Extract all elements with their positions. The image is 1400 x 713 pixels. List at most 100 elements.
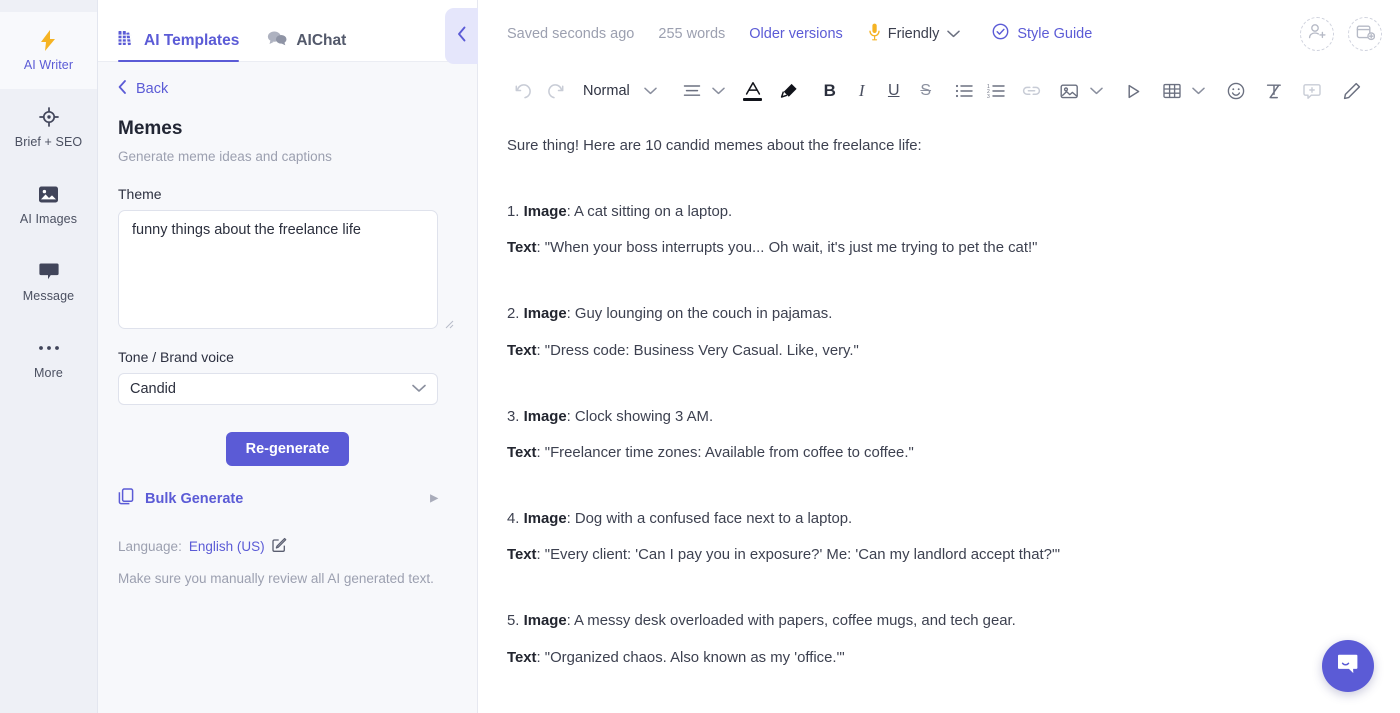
highlighter-icon[interactable] xyxy=(774,75,806,107)
play-icon[interactable] xyxy=(1118,75,1150,107)
add-collaborator-button[interactable] xyxy=(1300,17,1334,51)
language-value[interactable]: English (US) xyxy=(189,539,265,554)
bold-button[interactable]: B xyxy=(814,75,846,107)
theme-field-label: Theme xyxy=(118,186,162,202)
item-number: 1. xyxy=(507,204,520,221)
table-chevron-down-icon[interactable] xyxy=(1188,75,1210,107)
rail-item-message[interactable]: Message xyxy=(0,243,97,320)
pencil-icon[interactable] xyxy=(1336,75,1368,107)
add-note-button[interactable] xyxy=(1348,17,1382,51)
back-label: Back xyxy=(136,81,169,97)
rail-item-label: AI Writer xyxy=(23,58,74,72)
style-guide-button[interactable]: Style Guide xyxy=(992,23,1092,45)
image-label: Image xyxy=(523,204,567,221)
rail-item-label: AI Images xyxy=(19,212,78,226)
saved-status: Saved seconds ago xyxy=(507,26,635,42)
text-color-swatch xyxy=(743,97,763,102)
text-color-icon[interactable] xyxy=(738,75,768,107)
ai-disclaimer: Make sure you manually review all AI gen… xyxy=(118,571,434,586)
block-style-label[interactable]: Normal xyxy=(571,75,640,107)
user-plus-icon xyxy=(1308,23,1327,45)
language-prefix: Language: xyxy=(118,538,182,554)
block-style-chevron-down-icon[interactable] xyxy=(640,75,662,107)
templates-icon xyxy=(118,30,135,51)
image-text: : A messy desk overloaded with papers, c… xyxy=(566,613,1016,630)
resize-grip-icon xyxy=(444,316,454,329)
regenerate-row: Re-generate xyxy=(118,432,457,466)
image-chevron-down-icon[interactable] xyxy=(1086,75,1108,107)
item-number: 4. xyxy=(507,511,520,528)
collapse-panel-button[interactable] xyxy=(445,8,478,64)
chevron-left-icon xyxy=(118,80,127,98)
tab-aichat[interactable]: AIChat xyxy=(267,30,346,61)
chevron-left-icon xyxy=(457,26,467,47)
image-text: : Guy lounging on the couch in pajamas. xyxy=(566,306,833,323)
undo-icon[interactable] xyxy=(507,75,539,107)
text-label: Text xyxy=(507,649,537,666)
document-intro: Sure thing! Here are 10 candid memes abo… xyxy=(507,138,922,154)
chevron-down-icon xyxy=(412,381,426,397)
older-versions-link[interactable]: Older versions xyxy=(749,26,842,42)
rail-item-ai-writer[interactable]: AI Writer xyxy=(0,12,97,89)
bulk-generate-row[interactable]: Bulk Generate ▶ xyxy=(118,488,438,509)
edit-language-icon[interactable] xyxy=(271,537,287,555)
text-label: Text xyxy=(507,342,537,359)
meme-item-image-line: 1. Image: A cat sitting on a laptop. xyxy=(507,202,1370,223)
table-icon[interactable] xyxy=(1156,75,1188,107)
tone-select[interactable]: Candid xyxy=(118,373,438,405)
language-row: Language: English (US) xyxy=(118,537,457,555)
note-plus-icon xyxy=(1356,23,1375,46)
tone-selector[interactable]: Friendly xyxy=(869,23,961,46)
rail-item-ai-images[interactable]: AI Images xyxy=(0,166,97,243)
tab-label: AI Templates xyxy=(144,31,240,49)
image-label: Image xyxy=(523,306,567,323)
template-panel-body: Back Memes Generate meme ideas and capti… xyxy=(98,62,477,590)
emoji-icon[interactable] xyxy=(1220,75,1252,107)
bulk-generate-label: Bulk Generate xyxy=(145,490,244,507)
image-icon[interactable] xyxy=(1054,75,1086,107)
clear-format-icon[interactable] xyxy=(1258,75,1290,107)
primary-nav-rail: AI Writer Brief + SEO AI Images Message … xyxy=(0,0,98,713)
word-count: 255 words xyxy=(658,26,726,42)
meme-item-text-line: Text: "Organized chaos. Also known as my… xyxy=(507,648,1370,669)
checkmark-badge-icon xyxy=(992,23,1009,45)
redo-icon[interactable] xyxy=(539,75,571,107)
image-icon xyxy=(38,183,59,205)
meme-item-image-line: 4. Image: Dog with a confused face next … xyxy=(507,509,1370,530)
tab-label: AIChat xyxy=(296,31,347,49)
rail-item-label: More xyxy=(34,366,63,380)
tone-field-label: Tone / Brand voice xyxy=(118,349,234,365)
comment-icon[interactable] xyxy=(1296,75,1328,107)
editor-header: Saved seconds ago 255 words Older versio… xyxy=(478,0,1400,68)
text-label: Text xyxy=(507,240,537,257)
meme-item-text-line: Text: "Dress code: Business Very Casual.… xyxy=(507,341,1370,362)
align-chevron-down-icon[interactable] xyxy=(708,75,730,107)
meme-item-image-line: 3. Image: Clock showing 3 AM. xyxy=(507,407,1370,428)
italic-button[interactable]: I xyxy=(846,75,878,107)
copy-icon xyxy=(118,488,134,509)
tab-ai-templates[interactable]: AI Templates xyxy=(118,30,240,62)
ellipsis-icon xyxy=(38,337,60,359)
style-guide-label: Style Guide xyxy=(1017,26,1093,42)
strikethrough-button[interactable]: S xyxy=(910,75,942,107)
document-content[interactable]: Sure thing! Here are 10 candid memes abo… xyxy=(478,114,1400,713)
image-label: Image xyxy=(523,408,567,425)
align-left-icon[interactable] xyxy=(676,75,708,107)
numbered-list-icon[interactable]: 1 2 3 xyxy=(980,75,1012,107)
tone-select-value: Candid xyxy=(130,381,176,397)
text-text: : "When your boss interrupts you... Oh w… xyxy=(536,240,1038,257)
regenerate-button[interactable]: Re-generate xyxy=(225,432,350,466)
theme-input[interactable] xyxy=(118,210,438,329)
rail-item-brief-seo[interactable]: Brief + SEO xyxy=(0,89,97,166)
back-button[interactable]: Back xyxy=(118,80,457,98)
rail-item-more[interactable]: More xyxy=(0,320,97,397)
editor-header-actions xyxy=(1300,17,1384,51)
bullet-list-icon[interactable] xyxy=(948,75,980,107)
intercom-launcher-button[interactable] xyxy=(1322,640,1374,692)
svg-text:3: 3 xyxy=(987,94,990,98)
link-icon[interactable] xyxy=(1016,75,1048,107)
theme-field-wrapper xyxy=(118,210,457,329)
underline-button[interactable]: U xyxy=(878,75,910,107)
meme-item-image-line: 5. Image: A messy desk overloaded with p… xyxy=(507,611,1370,632)
rail-item-label: Brief + SEO xyxy=(14,135,83,149)
